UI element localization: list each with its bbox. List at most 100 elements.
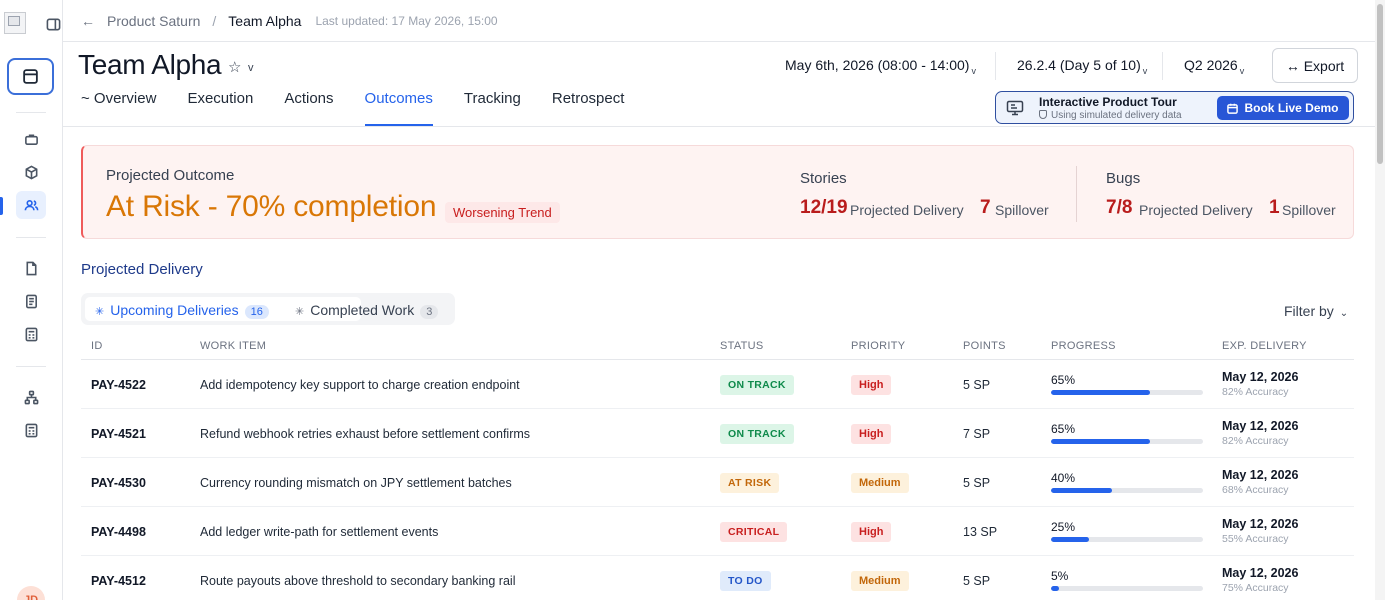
table-row[interactable]: PAY-4522 Add idempotency key support to c… <box>81 360 1354 409</box>
date-range-select[interactable]: May 6th, 2026 (08:00 - 14:00) v <box>785 57 976 76</box>
work-item-id[interactable]: PAY-4521 <box>91 409 146 458</box>
tab-execution[interactable]: Execution <box>187 89 253 126</box>
progress-bar <box>1051 537 1203 542</box>
team-users-icon[interactable] <box>16 191 46 219</box>
column-header-points[interactable]: POINTS <box>963 340 1006 352</box>
tab-tracking[interactable]: Tracking <box>464 89 521 126</box>
table-row[interactable]: PAY-4530 Currency rounding mismatch on JP… <box>81 458 1354 507</box>
progress-cell: 5% <box>1051 569 1203 591</box>
projected-outcome-banner: Projected Outcome At Risk - 70% completi… <box>81 145 1354 239</box>
completed-work-tab[interactable]: ✳ Completed Work 3 <box>295 302 439 319</box>
book-live-demo-button[interactable]: Book Live Demo <box>1217 96 1349 120</box>
column-header-priority[interactable]: PRIORITY <box>851 340 905 352</box>
column-header-work-item[interactable]: WORK ITEM <box>200 340 266 352</box>
work-item-id[interactable]: PAY-4498 <box>91 507 146 556</box>
document-icon[interactable] <box>16 254 46 282</box>
title-dropdown-caret[interactable]: v <box>248 62 254 74</box>
outcome-status: At Risk - 70% completion <box>106 190 437 223</box>
star-icon[interactable]: ☆ <box>228 58 241 76</box>
delivery-accuracy: 75% Accuracy <box>1222 582 1289 594</box>
priority-cell: Medium <box>851 556 909 600</box>
delivery-date: May 12, 2026 <box>1222 517 1299 531</box>
status-badge: AT RISK <box>720 472 780 493</box>
cube-icon[interactable] <box>16 158 46 186</box>
tabs-divider <box>63 126 1385 127</box>
calculator-icon[interactable] <box>16 416 46 444</box>
user-avatar[interactable]: JD <box>17 586 45 600</box>
progress-cell: 65% <box>1051 373 1203 395</box>
table-row[interactable]: PAY-4498 Add ledger write-path for settle… <box>81 507 1354 556</box>
work-item-title[interactable]: Add idempotency key support to charge cr… <box>200 360 520 409</box>
active-indicator <box>0 197 3 215</box>
logo-image-icon[interactable] <box>4 12 26 34</box>
sprint-select[interactable]: 26.2.4 (Day 5 of 10) v <box>1017 57 1147 76</box>
column-header-progress[interactable]: PROGRESS <box>1051 340 1116 352</box>
breadcrumb-current: Team Alpha <box>228 12 302 29</box>
work-item-title[interactable]: Route payouts above threshold to seconda… <box>200 556 515 600</box>
bugs-delivery-value: 7/8 <box>1106 197 1133 218</box>
breadcrumb-parent-link[interactable]: Product Saturn <box>107 13 200 29</box>
column-header-status[interactable]: STATUS <box>720 340 764 352</box>
story-points: 5 SP <box>963 573 991 588</box>
priority-cell: High <box>851 360 892 409</box>
progress-cell: 40% <box>1051 471 1203 493</box>
work-item-id[interactable]: PAY-4512 <box>91 556 146 600</box>
page-scrollbar[interactable] <box>1375 0 1385 600</box>
scrollbar-thumb[interactable] <box>1377 4 1383 164</box>
work-item-id[interactable]: PAY-4522 <box>91 360 146 409</box>
status-cell: ON TRACK <box>720 409 794 458</box>
priority-cell: Medium <box>851 458 909 507</box>
filter-by-dropdown[interactable]: Filter by ⌄ <box>1284 303 1348 319</box>
delivery-date: May 12, 2026 <box>1222 566 1299 580</box>
progress-bar-fill <box>1051 586 1059 591</box>
book-live-demo-label: Book Live Demo <box>1244 101 1339 115</box>
progress-bar <box>1051 390 1203 395</box>
column-header-delivery[interactable]: EXP. DELIVERY <box>1222 340 1307 352</box>
export-button[interactable]: ↔ Export <box>1272 48 1358 83</box>
priority-cell: High <box>851 507 892 556</box>
briefcase-icon[interactable] <box>16 125 46 153</box>
work-item-title[interactable]: Currency rounding mismatch on JPY settle… <box>200 458 512 507</box>
chevron-down-icon: v <box>971 66 976 76</box>
shield-icon <box>1039 110 1047 119</box>
story-points: 13 SP <box>963 524 998 539</box>
tab-actions[interactable]: Actions <box>284 89 333 126</box>
quarter-value: Q2 2026 <box>1184 57 1238 73</box>
tour-subtitle: Using simulated delivery data <box>1039 110 1182 121</box>
story-points: 5 SP <box>963 475 991 490</box>
tab-overview[interactable]: ~ Overview <box>81 89 156 126</box>
priority-badge: Medium <box>851 570 909 591</box>
story-points: 5 SP <box>963 377 991 392</box>
dashboard-icon[interactable] <box>7 58 54 95</box>
tab-outcomes[interactable]: Outcomes <box>364 89 434 126</box>
completed-count-badge: 3 <box>420 305 439 319</box>
table-row[interactable]: PAY-4512 Route payouts above threshold to… <box>81 556 1354 600</box>
page-title: Team Alpha <box>78 49 222 80</box>
back-arrow-icon[interactable]: ← <box>81 13 95 29</box>
status-badge: ON TRACK <box>720 374 794 395</box>
report-icon[interactable] <box>16 287 46 315</box>
progress-bar-fill <box>1051 439 1150 444</box>
upcoming-deliveries-label[interactable]: ✳ Upcoming Deliveries 16 <box>95 302 269 319</box>
quarter-select[interactable]: Q2 2026 v <box>1184 57 1244 76</box>
last-updated-text: Last updated: 17 May 2026, 15:00 <box>315 13 498 28</box>
priority-cell: High <box>851 409 892 458</box>
work-item-title[interactable]: Refund webhook retries exhaust before se… <box>200 409 530 458</box>
breadcrumb: ← Product Saturn / Team Alpha Last updat… <box>63 0 1385 42</box>
selector-divider <box>1162 52 1163 80</box>
progress-value: 65% <box>1051 422 1076 436</box>
calculator-icon[interactable] <box>16 320 46 348</box>
breadcrumb-separator: / <box>212 12 217 29</box>
work-item-id[interactable]: PAY-4530 <box>91 458 146 507</box>
work-item-title[interactable]: Add ledger write-path for settlement eve… <box>200 507 438 556</box>
story-points: 7 SP <box>963 426 991 441</box>
tour-subtitle-text: Using simulated delivery data <box>1051 110 1182 121</box>
table-row[interactable]: PAY-4521 Refund webhook retries exhaust b… <box>81 409 1354 458</box>
monitor-icon <box>1006 99 1024 117</box>
progress-value: 5% <box>1051 569 1069 583</box>
hierarchy-icon[interactable] <box>16 383 46 411</box>
delivery-date: May 12, 2026 <box>1222 370 1299 384</box>
tab-retrospect[interactable]: Retrospect <box>552 89 625 126</box>
column-header-id[interactable]: ID <box>91 340 103 352</box>
date-range-value: May 6th, 2026 (08:00 - 14:00) <box>785 57 970 73</box>
